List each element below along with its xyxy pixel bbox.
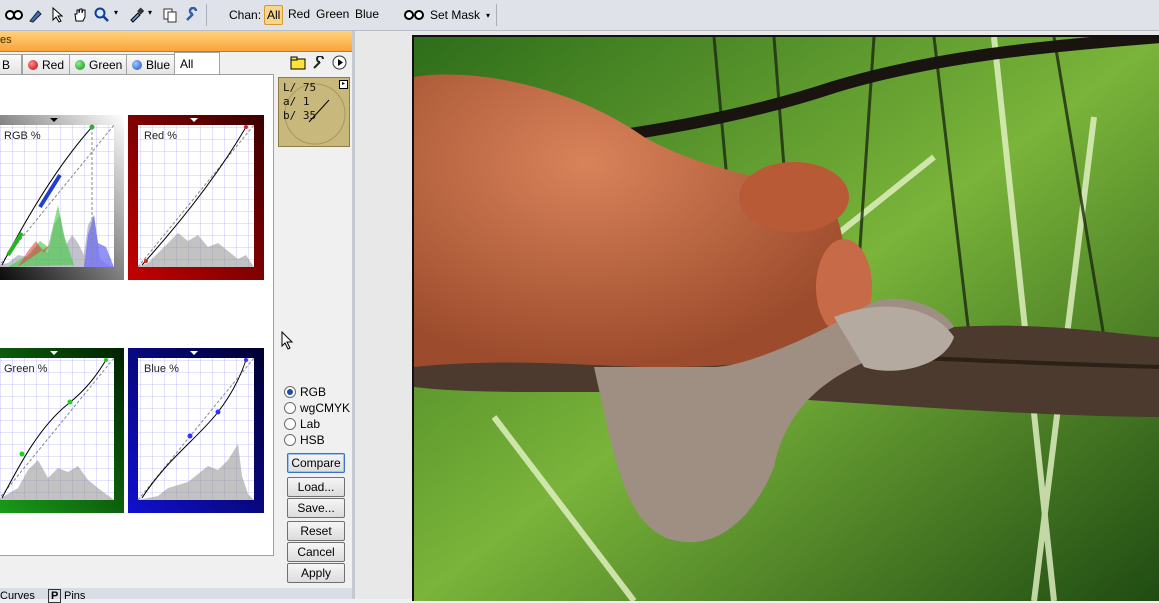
lab-l-value: L/ 75 (283, 81, 317, 94)
hand-icon[interactable] (70, 5, 90, 25)
tab-label: Green (89, 57, 123, 72)
panel-header-title: es (0, 34, 12, 46)
rgb-curve-box[interactable]: RGB % (0, 115, 124, 280)
green-dot-icon (75, 59, 85, 70)
tab-rgb[interactable]: B (0, 54, 22, 74)
red-dot-icon (28, 59, 38, 70)
tab-all[interactable]: All (174, 52, 220, 75)
mode-lab[interactable]: Lab (284, 417, 320, 431)
channel-label: Chan: (229, 8, 262, 22)
settings-wrench-icon[interactable] (312, 55, 326, 73)
radio-icon[interactable] (284, 386, 296, 398)
mode-label: wgCMYK (300, 401, 351, 415)
lab-readout: L/ 75 a/ 1 b/ 35 ▸ (278, 77, 350, 147)
blue-curve-label: Blue % (144, 363, 179, 375)
zoom-icon[interactable] (92, 5, 112, 25)
red-curve-box[interactable]: Red % (128, 115, 264, 280)
copy-icon[interactable] (160, 5, 180, 25)
radio-icon[interactable] (284, 418, 296, 430)
cancel-button[interactable]: Cancel (287, 542, 345, 562)
mode-wgcmyk[interactable]: wgCMYK (284, 401, 350, 415)
channel-red-button[interactable]: Red (286, 7, 312, 21)
apply-button[interactable]: Apply (287, 563, 345, 583)
mode-label: HSB (300, 433, 325, 447)
mode-hsb[interactable]: HSB (284, 433, 325, 447)
eyedropper-dropdown-arrow-icon[interactable]: ▾ (148, 8, 152, 17)
reset-button[interactable]: Reset (287, 521, 345, 541)
radio-icon[interactable] (284, 402, 296, 414)
set-mask-label: Set Mask (430, 8, 481, 22)
mode-rgb[interactable]: RGB (284, 385, 326, 399)
tab-pins[interactable]: Pins (64, 590, 85, 602)
proboscis-monkey-photo (414, 37, 1159, 601)
green-curve-label: Green % (4, 363, 48, 375)
brush-icon[interactable] (26, 5, 46, 25)
photo-canvas[interactable] (412, 35, 1159, 601)
pointer-icon[interactable] (48, 5, 68, 25)
mask-glasses-icon (404, 10, 424, 20)
mode-label: RGB (300, 385, 327, 399)
radio-icon[interactable] (284, 434, 296, 446)
blue-dot-icon (132, 59, 142, 70)
set-mask-dropdown-icon: ▾ (486, 10, 491, 20)
play-icon[interactable] (332, 55, 347, 73)
readout-menu-icon[interactable]: ▸ (339, 80, 348, 89)
compare-button[interactable]: Compare (287, 453, 345, 473)
zoom-dropdown-arrow-icon[interactable]: ▾ (114, 8, 118, 17)
toolbar-separator (206, 4, 207, 26)
load-button[interactable]: Load... (287, 477, 345, 497)
set-mask-button[interactable]: Set Mask ▾ (404, 5, 490, 25)
mask-icon[interactable] (4, 5, 24, 25)
tab-label: Blue (146, 57, 171, 72)
folder-icon[interactable] (290, 56, 306, 73)
eyedropper-icon[interactable] (126, 5, 146, 25)
green-curve-box[interactable]: Green % (0, 348, 124, 513)
mode-label: Lab (300, 417, 321, 431)
wrench-icon[interactable] (182, 5, 202, 25)
tab-green[interactable]: Green (69, 54, 129, 74)
lab-a-value: a/ 1 (283, 95, 310, 108)
tab-red[interactable]: Red (22, 54, 71, 74)
red-curve-label: Red % (144, 130, 178, 142)
rgb-curve-label: RGB % (4, 130, 41, 142)
tab-blue[interactable]: Blue (126, 54, 177, 74)
tab-label: B (2, 57, 11, 72)
save-button[interactable]: Save... (287, 498, 345, 518)
channel-green-button[interactable]: Green (314, 7, 351, 21)
mouse-cursor-icon (281, 330, 294, 354)
channel-blue-button[interactable]: Blue (353, 7, 381, 21)
tab-curves[interactable]: Curves (0, 590, 35, 602)
lab-b-value: b/ 35 (283, 109, 317, 122)
channel-all-button[interactable]: All (264, 5, 284, 25)
tab-label: All (180, 57, 194, 71)
panel-header: es (0, 31, 352, 52)
toolbar: ▾ ▾ Chan: All Red Green Blue Set Mask ▾ (0, 0, 1159, 31)
tab-label: Red (42, 57, 65, 72)
blue-curve-box[interactable]: Blue % (128, 348, 264, 513)
toolbar-separator (496, 4, 497, 26)
bottom-tabs: Curves P Pins (0, 588, 352, 603)
pins-p-icon: P (48, 589, 62, 603)
